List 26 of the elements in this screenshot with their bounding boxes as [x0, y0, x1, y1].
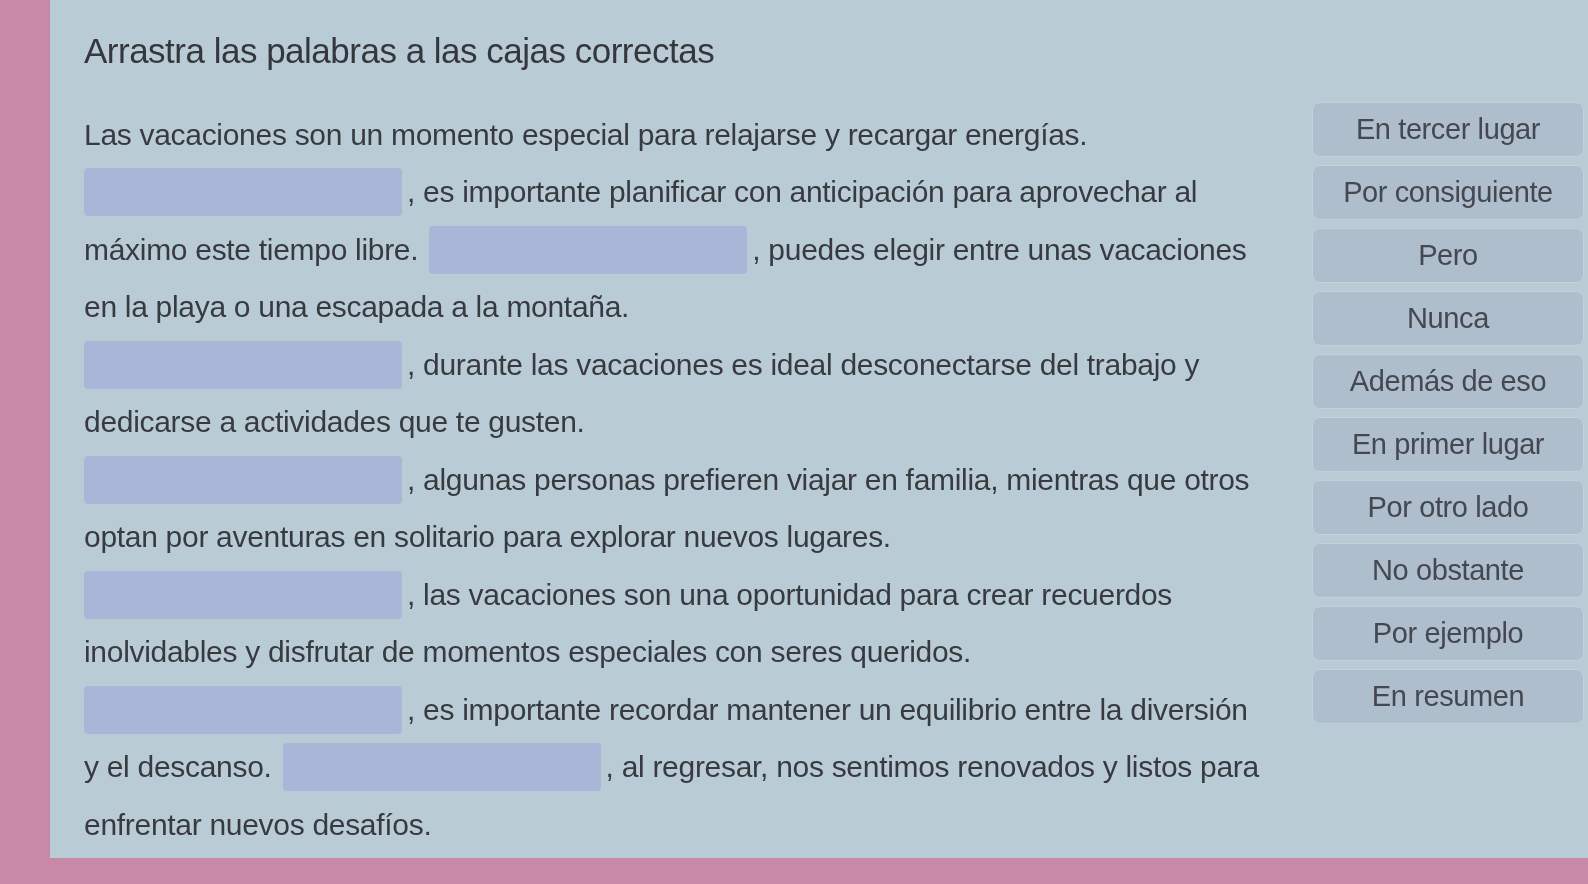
word-tile[interactable]: No obstante: [1312, 543, 1584, 598]
word-tile[interactable]: Por ejemplo: [1312, 606, 1584, 661]
passage-text: Las vacaciones son un momento especial para relajarse y recargar energías.: [84, 117, 1088, 152]
passage-text: en la playa o una escapada a la montaña.: [84, 290, 630, 325]
passage-text: , las vacaciones son una oportunidad para crear recuerdos: [407, 577, 1173, 612]
word-tile[interactable]: Además de eso: [1312, 354, 1584, 409]
passage-text: dedicarse a actividades que te gusten.: [84, 405, 585, 440]
passage-text: y el descanso.: [84, 750, 272, 785]
passage-text: máximo este tiempo libre.: [84, 232, 419, 267]
passage-text: optan por aventuras en solitario para explorar nuevos lugares.: [84, 520, 891, 555]
passage-text: enfrentar nuevos desafíos.: [84, 807, 432, 842]
passage-text: , es importante recordar mantener un equilibrio entre la diversión: [407, 692, 1248, 727]
word-tile[interactable]: Por otro lado: [1312, 480, 1584, 535]
passage-text: , puedes elegir entre unas vacaciones: [752, 232, 1247, 267]
word-tile[interactable]: Pero: [1312, 228, 1584, 283]
word-tile[interactable]: En primer lugar: [1312, 417, 1584, 472]
passage-text: , durante las vacaciones es ideal desconectarse del trabajo y: [407, 347, 1200, 382]
word-tile[interactable]: Por consiguiente: [1312, 165, 1584, 220]
passage-text: , algunas personas prefieren viajar en familia, mientras que otros: [407, 462, 1250, 497]
word-tile[interactable]: En resumen: [1312, 669, 1584, 724]
passage-text: , es importante planificar con anticipación para aprovechar al: [407, 175, 1198, 210]
word-tile[interactable]: En tercer lugar: [1312, 102, 1584, 157]
exercise-title: Arrastra las palabras a las cajas correctas: [84, 30, 716, 72]
passage-text: inolvidables y disfrutar de momentos especiales con seres queridos.: [84, 635, 972, 670]
word-tile[interactable]: Nunca: [1312, 291, 1584, 346]
passage-text: , al regresar, nos sentimos renovados y listos para: [605, 750, 1259, 785]
